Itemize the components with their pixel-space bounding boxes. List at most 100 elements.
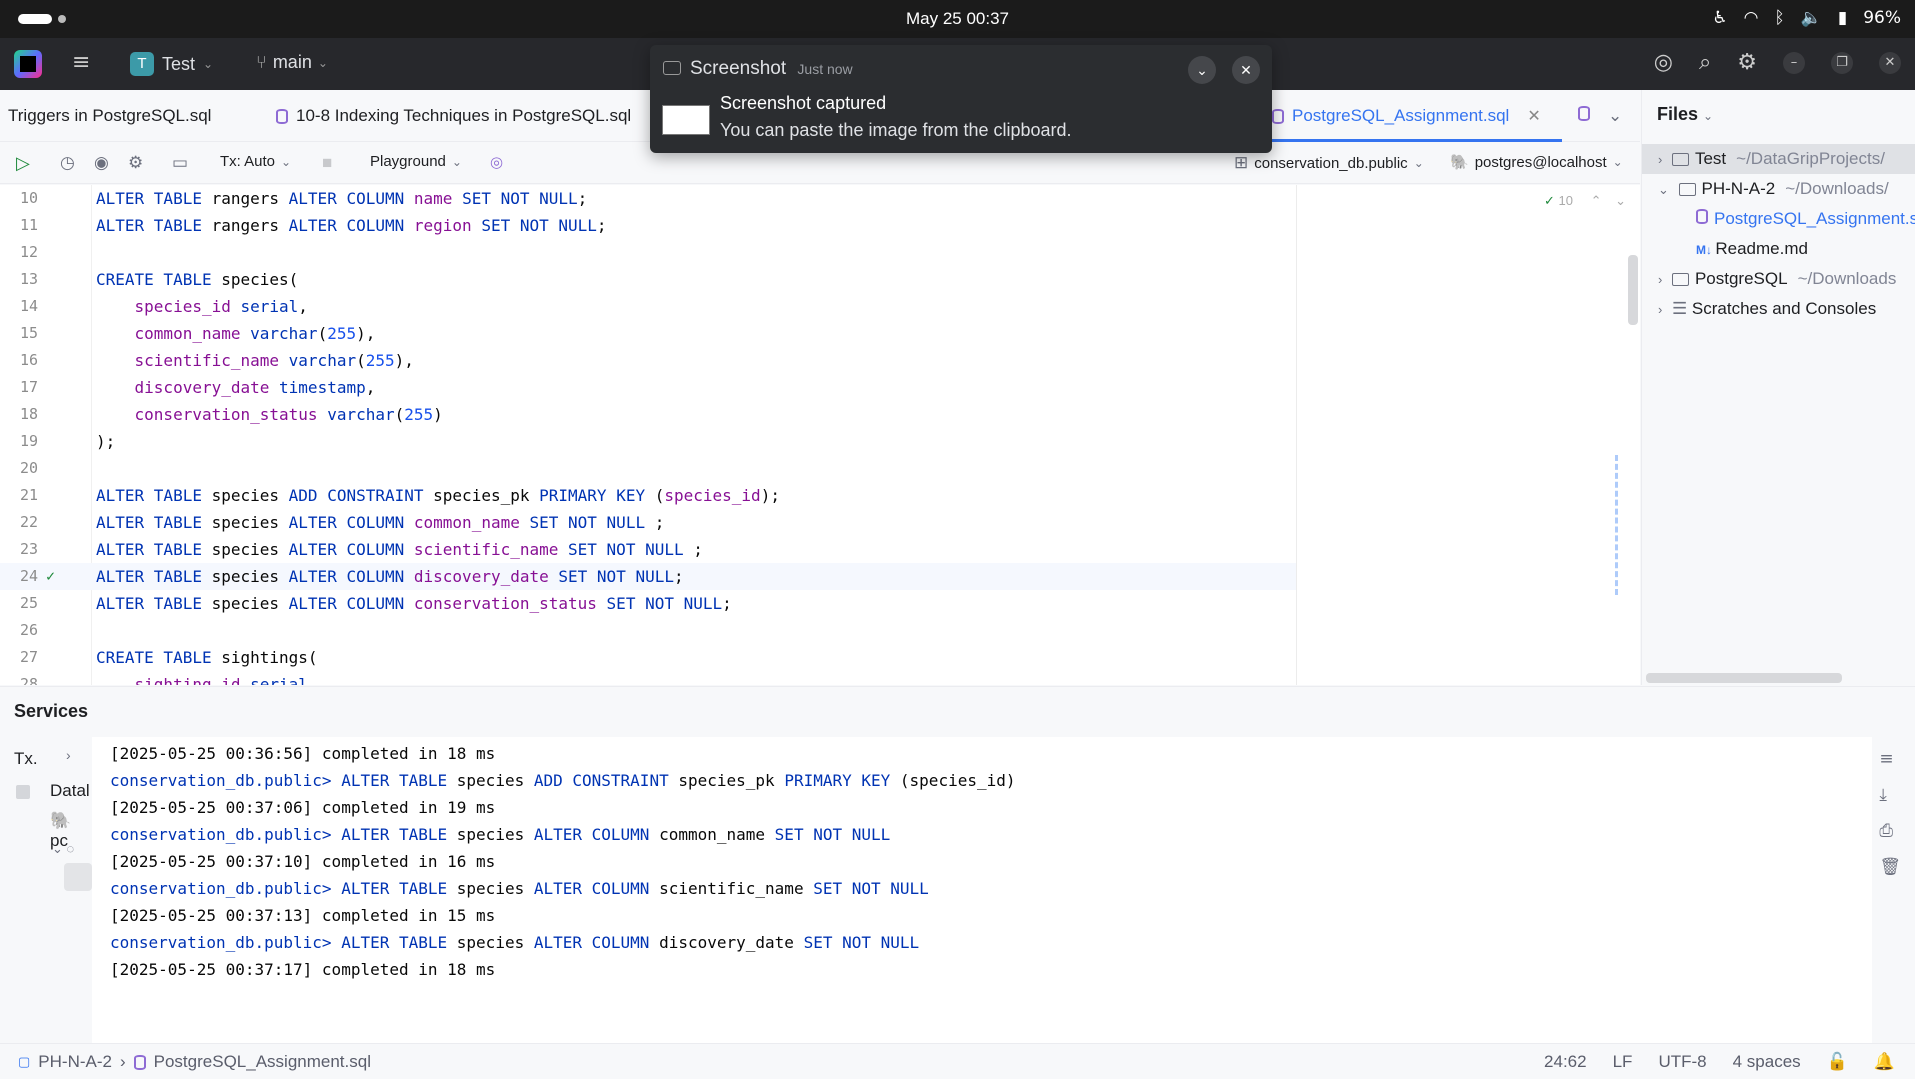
tx-mode-dropdown[interactable]: Tx: Auto ⌄ — [220, 153, 291, 170]
caret-position[interactable]: 24:62 — [1544, 1052, 1587, 1072]
code-line[interactable]: 26 — [0, 617, 1296, 644]
battery-icon[interactable]: ▮ — [1838, 8, 1847, 28]
expand-notification-button[interactable]: ⌄ — [1188, 56, 1216, 84]
file-tree-item[interactable]: › Test ~/DataGripProjects/ — [1642, 144, 1915, 174]
indent-setting[interactable]: 4 spaces — [1733, 1052, 1801, 1072]
line-number[interactable]: 25 — [0, 590, 38, 617]
stop-icon[interactable] — [16, 785, 30, 799]
bell-icon[interactable]: 🔔 — [1874, 1052, 1895, 1072]
wifi-icon[interactable]: ◠ — [1744, 8, 1759, 28]
line-number[interactable]: 28 — [0, 671, 38, 685]
chevron-up-icon[interactable]: ⌃ — [1591, 193, 1602, 208]
code-line[interactable]: 17 discovery_date timestamp, — [0, 374, 1296, 401]
file-tree-item[interactable]: › PostgreSQL ~/Downloads — [1642, 264, 1915, 294]
vcs-branch-switcher[interactable]: ⑂ main ⌄ — [256, 52, 328, 73]
line-number[interactable]: 15 — [0, 320, 38, 347]
chevron-right-icon[interactable]: › — [1658, 152, 1666, 167]
line-number[interactable]: 12 — [0, 239, 38, 266]
code-line[interactable]: 21 ALTER TABLE species ADD CONSTRAINT spe… — [0, 482, 1296, 509]
close-icon[interactable]: ✕ — [1527, 106, 1540, 126]
accessibility-icon[interactable]: ♿ — [1712, 8, 1727, 28]
console-node[interactable] — [64, 863, 92, 891]
datasource-node[interactable]: Datal — [50, 781, 90, 801]
line-number[interactable]: 27 — [0, 644, 38, 671]
trash-icon[interactable]: 🗑 — [1879, 857, 1901, 877]
tab-triggers[interactable]: Triggers in PostgreSQL.sql — [8, 106, 211, 126]
screenshot-notification[interactable]: Screenshot Just now ⌄ ✕ Screenshot captu… — [650, 45, 1272, 153]
line-number[interactable]: 26 — [0, 617, 38, 644]
system-clock[interactable]: May 25 00:37 — [0, 9, 1915, 29]
breadcrumb-project[interactable]: PH-N-A-2 — [38, 1052, 112, 1072]
code-line[interactable]: 10 ALTER TABLE rangers ALTER COLUMN name … — [0, 185, 1296, 212]
line-number[interactable]: 21 — [0, 482, 38, 509]
system-tray[interactable]: ♿ ◠ ᛒ 🔈 ▮ 96% — [1712, 8, 1901, 28]
close-notification-button[interactable]: ✕ — [1232, 56, 1260, 84]
code-line[interactable]: 13 CREATE TABLE species( — [0, 266, 1296, 293]
maximize-window-button[interactable]: ❐ — [1831, 51, 1853, 74]
soft-wrap-icon[interactable]: ≡ — [1879, 749, 1901, 769]
files-panel-title[interactable]: Files ⌄ — [1657, 104, 1713, 125]
inspection-widget[interactable]: ✓ 10 ⌃ ⌄ — [1544, 193, 1626, 209]
file-tree-item[interactable]: PostgreSQL_Assignment.sql — [1642, 204, 1915, 234]
code-line[interactable]: 19); — [0, 428, 1296, 455]
chevron-right-icon[interactable]: › — [66, 747, 71, 763]
line-number[interactable]: 24 — [0, 563, 38, 590]
code-line[interactable]: 27 CREATE TABLE sightings( — [0, 644, 1296, 671]
close-window-button[interactable]: ✕ — [1879, 51, 1901, 74]
bluetooth-icon[interactable]: ᛒ — [1774, 8, 1784, 28]
breadcrumb-file[interactable]: PostgreSQL_Assignment.sql — [154, 1052, 371, 1072]
volume-icon[interactable]: 🔈 — [1801, 8, 1822, 28]
line-number[interactable]: 22 — [0, 509, 38, 536]
tab-assignment[interactable]: PostgreSQL_Assignment.sql ✕ — [1272, 106, 1541, 126]
code-line[interactable]: 25 ALTER TABLE species ALTER COLUMN conse… — [0, 590, 1296, 617]
file-tree-item[interactable]: ⌄ PH-N-A-2 ~/Downloads/ — [1642, 174, 1915, 204]
line-separator[interactable]: LF — [1613, 1052, 1633, 1072]
code-line[interactable]: 20 — [0, 455, 1296, 482]
tab-overflow-file[interactable] — [1578, 106, 1590, 121]
file-tree-item[interactable]: › ☰ Scratches and Consoles — [1642, 294, 1915, 324]
line-number[interactable]: 20 — [0, 455, 38, 482]
line-number[interactable]: 11 — [0, 212, 38, 239]
line-number[interactable]: 14 — [0, 293, 38, 320]
ai-button[interactable]: ◎ — [490, 153, 503, 171]
settings-button[interactable]: ⚙ — [128, 153, 143, 173]
lock-icon[interactable]: 🔓 — [1827, 1052, 1848, 1072]
stop-button[interactable]: ■ — [322, 153, 332, 173]
file-tree-item[interactable]: M↓ Readme.md — [1642, 234, 1915, 264]
chevron-down-icon[interactable]: ⌄ ◌ — [52, 841, 74, 857]
chevron-right-icon[interactable]: › — [1658, 302, 1666, 317]
line-number[interactable]: 17 — [0, 374, 38, 401]
files-horizontal-scrollbar[interactable] — [1646, 673, 1842, 683]
line-number[interactable]: 18 — [0, 401, 38, 428]
schema-selector[interactable]: ⊞ conservation_db.public ⌄ — [1234, 153, 1424, 173]
line-number[interactable]: 23 — [0, 536, 38, 563]
history-button[interactable]: ◷ — [60, 153, 75, 173]
tabs-dropdown-icon[interactable]: ⌄ — [1608, 106, 1622, 126]
project-switcher[interactable]: T Test ⌄ — [130, 52, 213, 76]
playground-dropdown[interactable]: Playground ⌄ — [370, 153, 462, 170]
explain-plan-button[interactable]: ◉ — [94, 153, 109, 173]
line-number[interactable]: 19 — [0, 428, 38, 455]
chevron-down-icon[interactable]: ⌄ — [1658, 182, 1673, 197]
code-line[interactable]: 28 sighting_id serial, — [0, 671, 1296, 685]
code-line[interactable]: 23 ALTER TABLE species ALTER COLUMN scien… — [0, 536, 1296, 563]
code-line[interactable]: 14 species_id serial, — [0, 293, 1296, 320]
minimize-window-button[interactable]: – — [1783, 51, 1805, 74]
code-line[interactable]: 15 common_name varchar(255), — [0, 320, 1296, 347]
datasource-selector[interactable]: 🐘 postgres@localhost ⌄ — [1450, 153, 1623, 172]
chevron-down-icon[interactable]: ⌄ — [1615, 193, 1626, 208]
tx-node[interactable]: Tx. — [14, 749, 38, 769]
gear-icon[interactable]: ⚙ — [1737, 50, 1757, 75]
code-editor[interactable]: 10 ALTER TABLE rangers ALTER COLUMN name … — [0, 185, 1640, 685]
search-icon[interactable]: ⌕ — [1699, 50, 1711, 75]
scroll-to-end-icon[interactable]: ⤓ — [1879, 785, 1901, 805]
code-line[interactable]: 22 ALTER TABLE species ALTER COLUMN commo… — [0, 509, 1296, 536]
output-button[interactable]: ▭ — [172, 153, 188, 173]
run-button[interactable]: ▷ — [16, 153, 30, 174]
editor-vertical-scrollbar[interactable] — [1628, 255, 1638, 325]
file-encoding[interactable]: UTF-8 — [1658, 1052, 1706, 1072]
query-console-output[interactable]: [2025-05-25 00:36:56] completed in 18 ms… — [92, 737, 1872, 1044]
code-line[interactable]: 11 ALTER TABLE rangers ALTER COLUMN regio… — [0, 212, 1296, 239]
print-icon[interactable]: ⎙ — [1879, 821, 1901, 841]
tab-indexing[interactable]: 10-8 Indexing Techniques in PostgreSQL.s… — [276, 106, 631, 126]
